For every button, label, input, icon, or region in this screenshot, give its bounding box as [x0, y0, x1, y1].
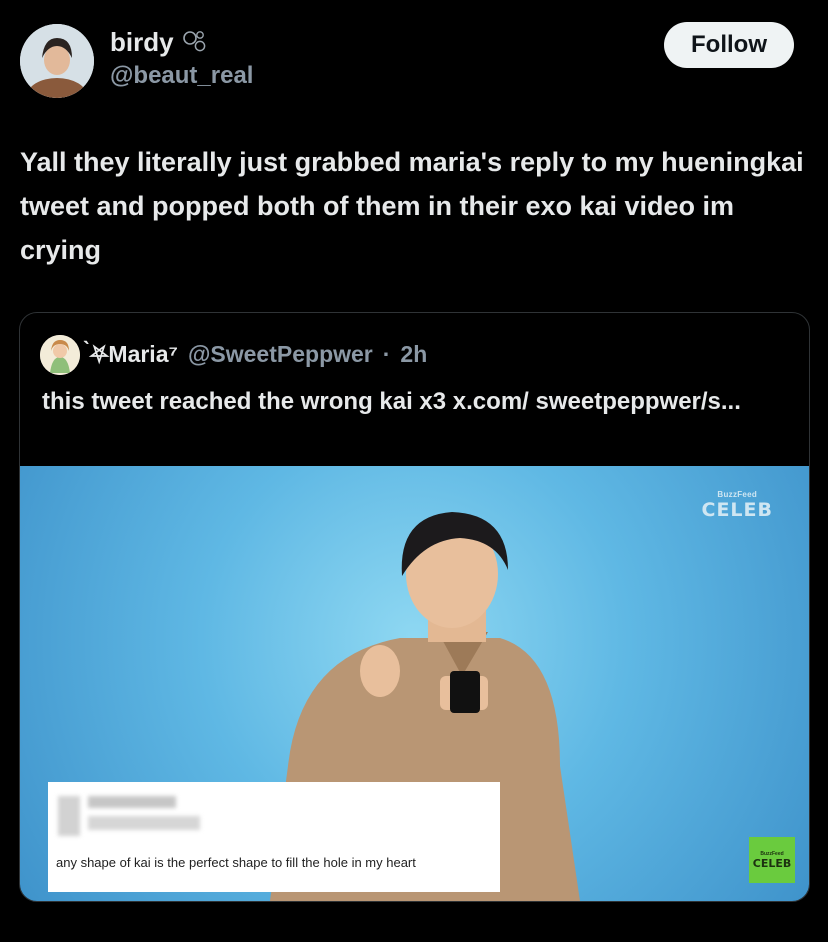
quote-separator: · — [382, 341, 391, 367]
quote-header: ̀⛧Maria⁷ @SweetPeppwer · 2h — [90, 341, 427, 368]
quote-avatar-illustration — [40, 335, 80, 375]
buzzfeed-celeb-watermark: BuzzFeed CELEB — [702, 490, 774, 521]
tweet-caption-overlay: any shape of kai is the perfect shape to… — [48, 782, 500, 892]
quote-author-name[interactable]: ̀⛧Maria⁷ — [90, 341, 178, 368]
quote-name-text: Maria⁷ — [108, 341, 178, 367]
quote-author-handle[interactable]: @SweetPeppwer — [188, 341, 373, 368]
avatar-photo — [20, 24, 94, 98]
blurred-avatar — [58, 796, 80, 836]
quote-name-prefix: ̀⛧ — [90, 341, 109, 367]
blurred-handle — [88, 816, 200, 830]
blurred-name — [88, 796, 176, 808]
quoted-tweet[interactable]: ̀⛧Maria⁷ @SweetPeppwer · 2h this tweet r… — [19, 312, 810, 902]
quote-media-image[interactable]: BuzzFeed CELEB any shape of kai is the p… — [20, 466, 809, 901]
badge-big-text: CELEB — [752, 856, 792, 870]
author-display-name[interactable]: birdy — [110, 27, 174, 58]
watermark-small-text: BuzzFeed — [717, 490, 758, 499]
tweet-text: Yall they literally just grabbed maria's… — [20, 147, 804, 265]
quote-author-avatar[interactable] — [40, 335, 80, 375]
buzzfeed-celeb-badge: BuzzFeed CELEB — [749, 837, 795, 883]
quote-timestamp[interactable]: 2h — [400, 341, 427, 368]
follow-button[interactable]: Follow — [664, 22, 794, 68]
bubbles-icon — [182, 27, 208, 58]
author-avatar[interactable] — [20, 24, 94, 98]
author-name-row: birdy — [110, 27, 208, 58]
quote-text: this tweet reached the wrong kai x3 x.co… — [42, 388, 741, 415]
overlay-caption-text: any shape of kai is the perfect shape to… — [56, 855, 416, 870]
author-handle[interactable]: @beaut_real — [110, 62, 253, 90]
watermark-big-text: CELEB — [701, 499, 773, 521]
